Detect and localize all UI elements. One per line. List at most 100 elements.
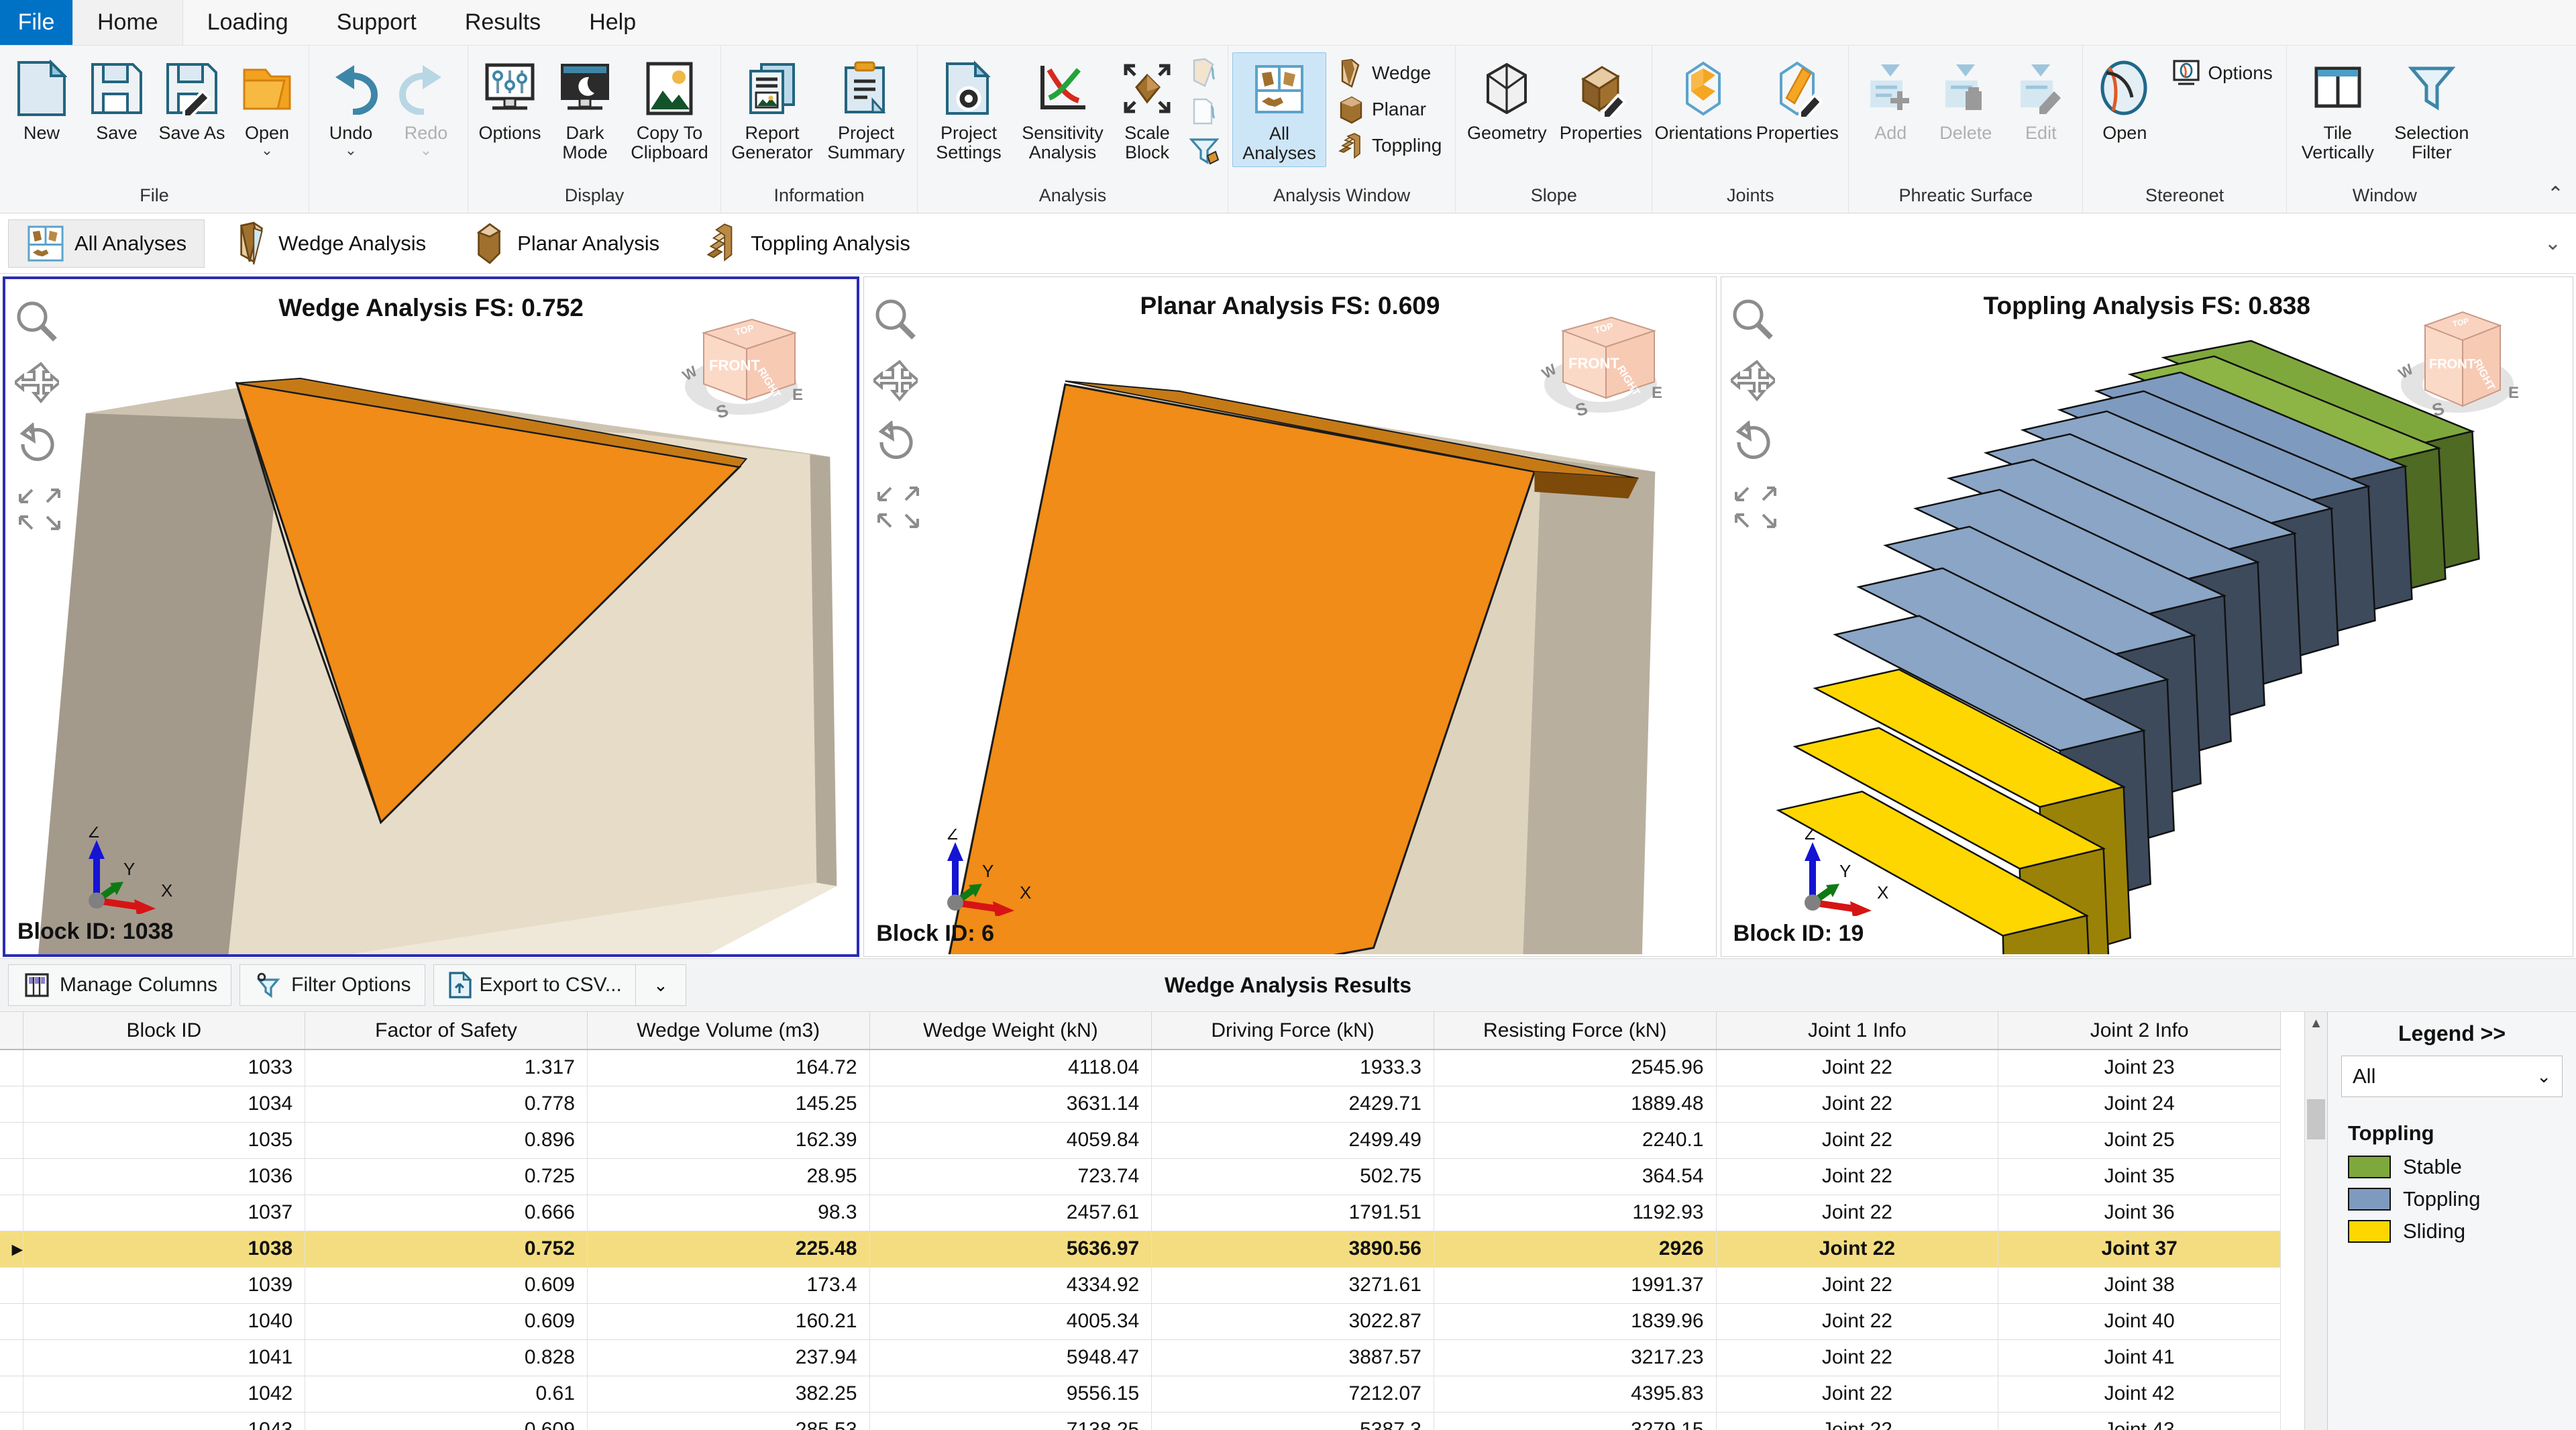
display-options-button[interactable]: Options <box>472 52 547 147</box>
legend-item-sliding[interactable]: Sliding <box>2348 1219 2563 1243</box>
table-row[interactable]: 10331.317164.724118.041933.32545.96Joint… <box>0 1050 2281 1086</box>
selection-filter-button[interactable]: Selection Filter <box>2385 52 2479 166</box>
view-orientation-cube[interactable]: W E S FRONT RIGHT TOP <box>1528 301 1682 436</box>
planar-viewport[interactable]: Planar Analysis FS: 0.609 W E S <box>863 276 1716 957</box>
new-button[interactable]: New <box>4 52 79 147</box>
col-joint-2-info[interactable]: Joint 2 Info <box>1998 1012 2281 1050</box>
pan-tool-icon[interactable] <box>15 361 62 408</box>
save-as-button[interactable]: Save As <box>154 52 229 147</box>
table-row[interactable]: 10360.72528.95723.74502.75364.54Joint 22… <box>0 1158 2281 1194</box>
col-block-id[interactable]: Block ID <box>23 1012 305 1050</box>
table-row[interactable]: 10350.896162.394059.842499.492240.1Joint… <box>0 1122 2281 1158</box>
tabstrip-expand-chevron-down-icon[interactable]: ⌄ <box>2544 232 2561 255</box>
planar-window-item[interactable]: Planar <box>1330 91 1447 127</box>
scrollbar-thumb[interactable] <box>2307 1099 2325 1139</box>
tab-all-analyses[interactable]: All Analyses <box>8 219 205 268</box>
col-wedge-weight[interactable]: Wedge Weight (kN) <box>869 1012 1152 1050</box>
zoom-extents-tool-icon[interactable] <box>15 484 64 534</box>
planar-distribution-icon[interactable] <box>1186 94 1222 130</box>
chevron-down-icon[interactable]: ⌄ <box>420 143 432 158</box>
chevron-down-icon[interactable]: ⌄ <box>261 143 273 158</box>
legend-title[interactable]: Legend >> <box>2341 1021 2563 1046</box>
legend-item-stable[interactable]: Stable <box>2348 1155 2563 1179</box>
slope-properties-button[interactable]: Properties <box>1554 52 1648 147</box>
tab-wedge-analysis[interactable]: Wedge Analysis <box>213 219 443 268</box>
zoom-tool-icon[interactable] <box>873 297 920 344</box>
filter-options-button[interactable]: Filter Options <box>239 964 425 1006</box>
view-orientation-cube[interactable]: W E S FRONT RIGHT TOP <box>2385 301 2539 436</box>
redo-button[interactable]: Redo ⌄ <box>388 52 464 162</box>
wedge-viewport[interactable]: Wedge Analysis FS: 0.752 W E S <box>3 276 859 957</box>
phreatic-add-button[interactable]: Add <box>1853 52 1928 147</box>
save-button[interactable]: Save <box>79 52 154 147</box>
menu-item-home[interactable]: Home <box>72 0 183 45</box>
chevron-down-icon[interactable]: ⌄ <box>345 143 357 158</box>
sensitivity-analysis-button[interactable]: Sensitivity Analysis <box>1016 52 1110 166</box>
joint-orientations-button[interactable]: Orientations <box>1656 52 1750 147</box>
manage-columns-button[interactable]: Manage Columns <box>8 964 231 1006</box>
wedge-distribution-icon[interactable] <box>1186 55 1222 91</box>
table-row[interactable]: 10370.66698.32457.611791.511192.93Joint … <box>0 1194 2281 1231</box>
legend-filter-select[interactable]: All ⌄ <box>2341 1056 2563 1097</box>
pan-tool-icon[interactable] <box>873 359 920 406</box>
toppling-viewport[interactable]: Toppling Analysis FS: 0.838 W E S <box>1721 276 2573 957</box>
export-csv-button[interactable]: Export to CSV... <box>433 964 635 1006</box>
stereonet-options-item[interactable]: Options <box>2166 55 2278 91</box>
dark-mode-button[interactable]: Dark Mode <box>547 52 623 166</box>
table-row[interactable]: 10420.61382.259556.157212.074395.83Joint… <box>0 1376 2281 1412</box>
joint-properties-button[interactable]: Properties <box>1750 52 1844 147</box>
col-joint-1-info[interactable]: Joint 1 Info <box>1716 1012 1998 1050</box>
project-settings-button[interactable]: Project Settings <box>922 52 1016 166</box>
report-generator-button[interactable]: Report Generator <box>725 52 819 166</box>
legend-item-toppling[interactable]: Toppling <box>2348 1187 2563 1211</box>
rotate-tool-icon[interactable] <box>15 423 62 470</box>
col-wedge-volume[interactable]: Wedge Volume (m3) <box>587 1012 869 1050</box>
zoom-extents-tool-icon[interactable] <box>873 482 923 532</box>
open-button[interactable]: Open ⌄ <box>229 52 305 162</box>
phreatic-edit-button[interactable]: Edit <box>2003 52 2078 147</box>
tile-vertically-button[interactable]: Tile Vertically <box>2291 52 2385 166</box>
all-analyses-button[interactable]: All Analyses <box>1232 52 1326 167</box>
analysis-mini-icons <box>1185 52 1224 172</box>
wedge-window-item[interactable]: Wedge <box>1330 55 1447 91</box>
zoom-tool-icon[interactable] <box>1731 297 1778 344</box>
table-row-selected[interactable]: ▸10380.752225.485636.973890.562926Joint … <box>0 1231 2281 1267</box>
cell-weight: 3631.14 <box>869 1086 1152 1122</box>
tab-toppling-analysis[interactable]: Toppling Analysis <box>685 219 928 268</box>
copy-to-clipboard-button[interactable]: Copy To Clipboard <box>623 52 716 166</box>
col-driving-force[interactable]: Driving Force (kN) <box>1152 1012 1434 1050</box>
table-row[interactable]: 10390.609173.44334.923271.611991.37Joint… <box>0 1267 2281 1303</box>
scale-block-button[interactable]: Scale Block <box>1110 52 1185 166</box>
ribbon-collapse-chevron-up-icon[interactable]: ⌃ <box>2547 183 2564 206</box>
menu-item-results[interactable]: Results <box>441 0 565 45</box>
menu-item-support[interactable]: Support <box>313 0 441 45</box>
project-summary-button[interactable]: Project Summary <box>819 52 913 166</box>
view-orientation-cube[interactable]: W E S FRONT RIGHT TOP <box>669 303 823 438</box>
rotate-tool-icon[interactable] <box>1731 421 1778 468</box>
zoom-tool-icon[interactable] <box>15 299 62 346</box>
table-row[interactable]: 10400.609160.214005.343022.871839.96Join… <box>0 1303 2281 1339</box>
chevron-down-icon[interactable]: ⌄ <box>2536 1066 2551 1087</box>
scroll-up-arrow-icon[interactable]: ▲ <box>2305 1012 2327 1035</box>
slope-geometry-button[interactable]: Geometry <box>1460 52 1554 147</box>
pan-tool-icon[interactable] <box>1731 359 1778 406</box>
table-row[interactable]: 10410.828237.945948.473887.573217.23Join… <box>0 1339 2281 1376</box>
undo-button[interactable]: Undo ⌄ <box>313 52 388 162</box>
selection-filter-mini-icon[interactable] <box>1186 133 1222 169</box>
table-row[interactable]: 10340.778145.253631.142429.711889.48Join… <box>0 1086 2281 1122</box>
stereonet-open-button[interactable]: Open <box>2087 52 2162 147</box>
tab-planar-analysis[interactable]: Planar Analysis <box>451 219 677 268</box>
export-csv-dropdown-chevron-down-icon[interactable]: ⌄ <box>635 964 686 1006</box>
menu-item-file[interactable]: File <box>0 0 72 45</box>
table-row[interactable]: 10430.609285.537138.255387.33279.15Joint… <box>0 1412 2281 1430</box>
toppling-window-item[interactable]: Toppling <box>1330 127 1447 164</box>
menu-item-help[interactable]: Help <box>565 0 660 45</box>
table-vertical-scrollbar[interactable]: ▲ <box>2304 1012 2327 1430</box>
phreatic-delete-button[interactable]: Delete <box>1928 52 2003 147</box>
results-table-wrap[interactable]: Block ID Factor of Safety Wedge Volume (… <box>0 1012 2328 1430</box>
menu-item-loading[interactable]: Loading <box>183 0 313 45</box>
col-factor-of-safety[interactable]: Factor of Safety <box>305 1012 588 1050</box>
rotate-tool-icon[interactable] <box>873 421 920 468</box>
col-resisting-force[interactable]: Resisting Force (kN) <box>1434 1012 1716 1050</box>
zoom-extents-tool-icon[interactable] <box>1731 482 1780 532</box>
